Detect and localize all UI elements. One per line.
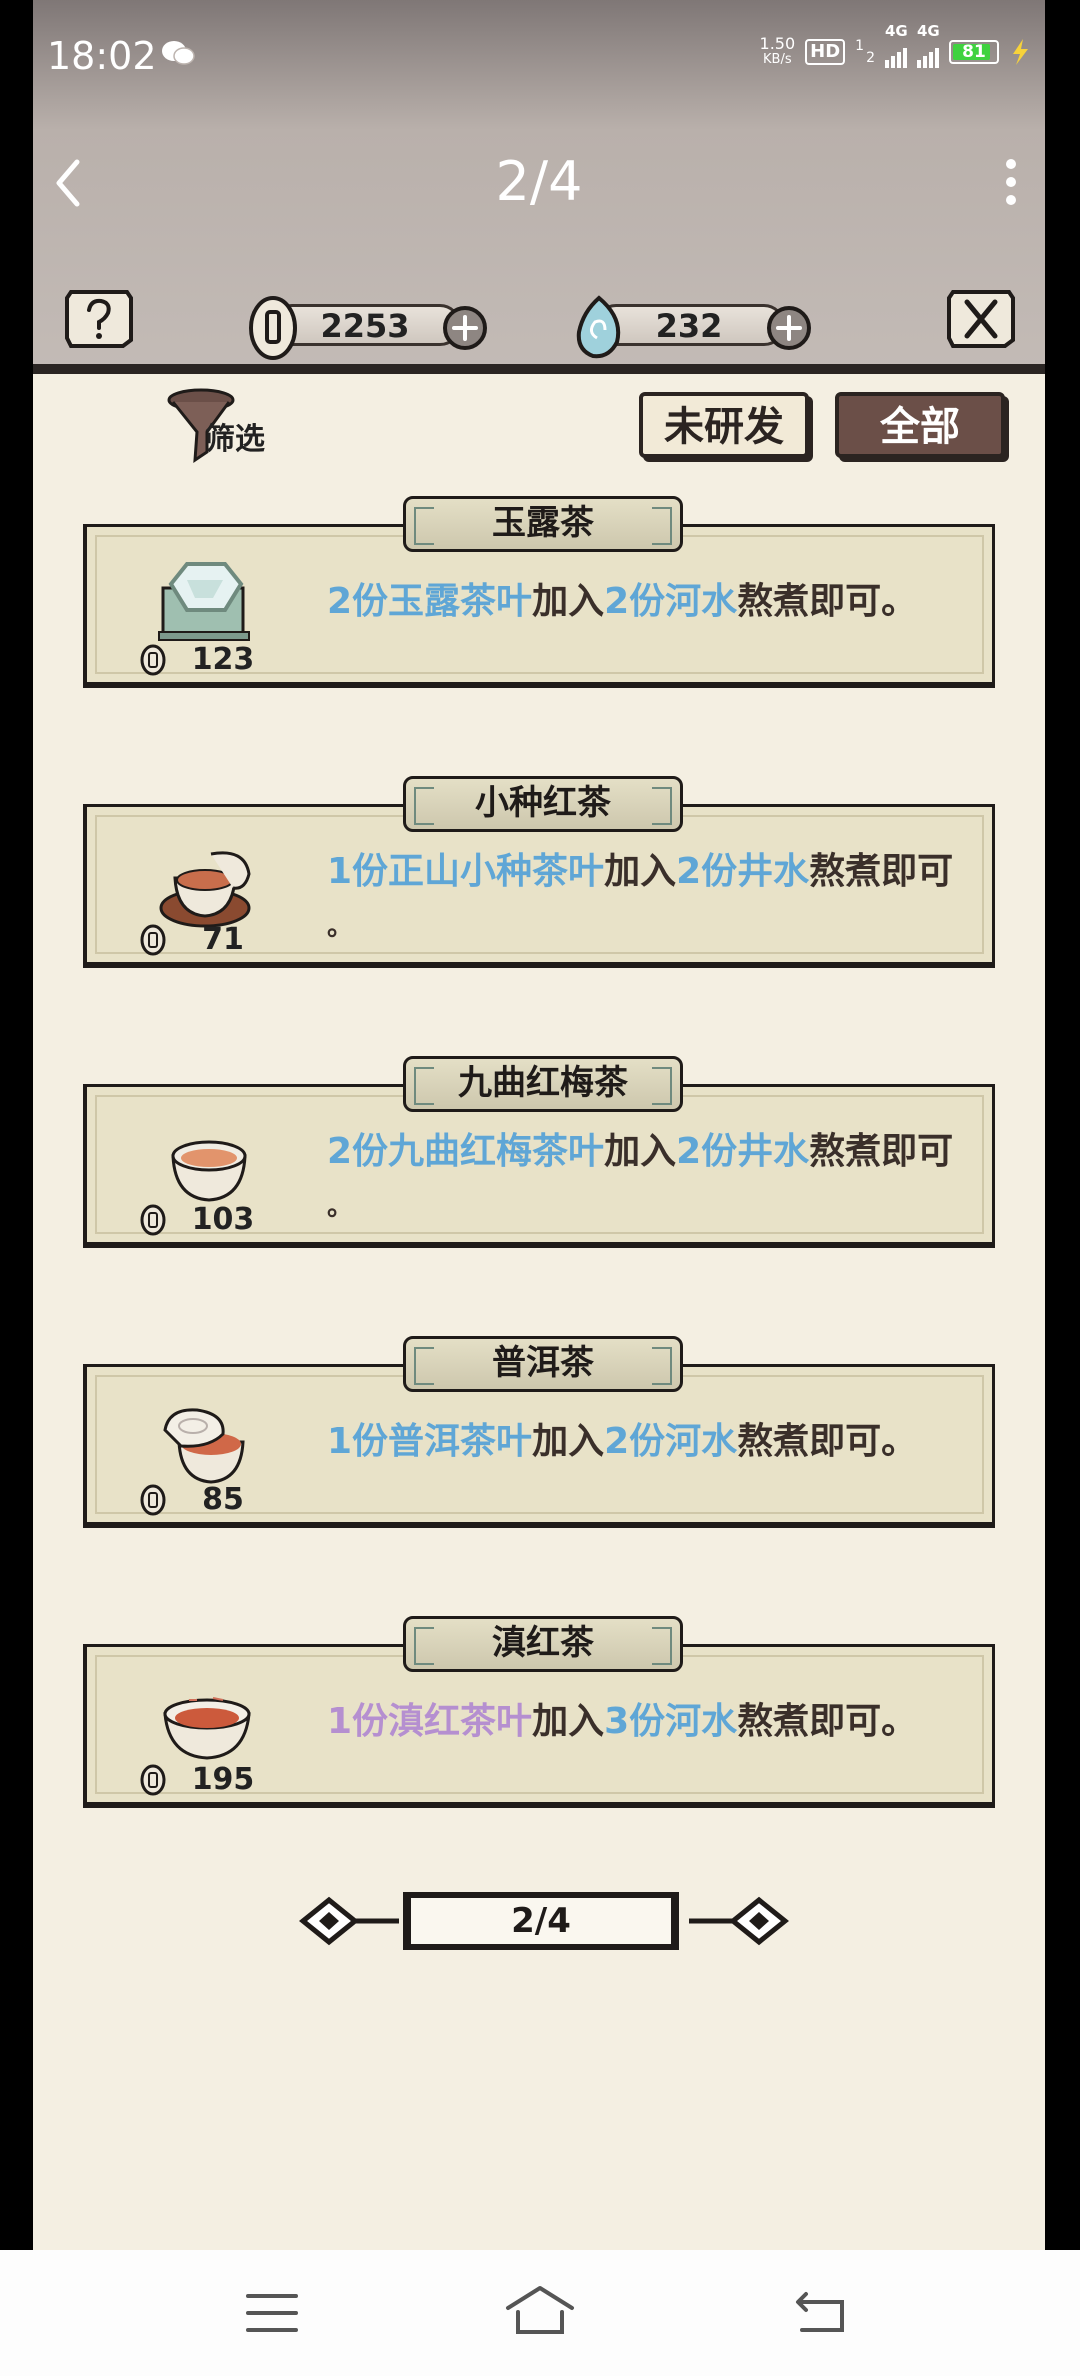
signal-bars-2-icon <box>917 44 939 68</box>
top-bar-border <box>33 364 1045 374</box>
full-stop: 。 <box>327 912 354 942</box>
price-coin-icon <box>140 644 166 676</box>
signal-1: 4G <box>885 22 908 68</box>
price-coin-icon <box>140 924 166 956</box>
home-icon[interactable] <box>504 2282 576 2338</box>
recipe-description: 1份普洱茶叶加入2份河水熬煮即可。 <box>327 1416 967 1468</box>
coin-value: 2253 <box>320 307 410 345</box>
undeveloped-filter-button[interactable]: 未研发 <box>639 392 809 458</box>
ingredient-leaf: 1份普洱茶叶 <box>327 1421 533 1462</box>
status-indicators: 1.50 KB/s HD 1 2 4G 4G 81 <box>760 22 1031 68</box>
hd-badge: HD <box>805 39 846 65</box>
battery-icon: 81 <box>949 40 999 64</box>
next-page-icon[interactable] <box>683 1886 793 1956</box>
recipe-card[interactable]: 九曲红梅茶 103 2份九曲红梅茶叶加入2份井水熬煮即可。 <box>83 1056 995 1248</box>
instruction: 熬煮即可。 <box>737 1421 918 1462</box>
network-1-label: 4G <box>885 22 908 40</box>
recipe-card[interactable]: 小种红茶 71 1份正山小种茶叶加入2份井水熬煮即可。 <box>83 776 995 968</box>
recipe-card[interactable]: 滇红茶 195 1份滇红茶叶加入3份河水熬煮即可。 <box>83 1616 995 1808</box>
recipe-description: 1份滇红茶叶加入3份河水熬煮即可。 <box>327 1696 967 1748</box>
filter-label[interactable]: 筛选 <box>205 414 265 458</box>
sim-index: 1 <box>855 38 865 54</box>
recipe-price: 195 <box>191 1762 255 1797</box>
previous-page-icon[interactable] <box>295 1886 405 1956</box>
connector: 加入 <box>532 1701 605 1742</box>
game-screen: 18:02 1.50 KB/s HD 1 2 4G 4G 81 2/4 2253… <box>33 0 1045 2250</box>
network-2-label: 4G <box>917 22 940 40</box>
recipe-price: 123 <box>191 642 255 677</box>
signal-bars-1-icon <box>885 44 907 68</box>
network-speed: 1.50 KB/s <box>760 36 796 68</box>
price-coin-icon <box>140 1204 166 1236</box>
recipe-description: 1份正山小种茶叶加入2份井水熬煮即可。 <box>327 846 967 953</box>
status-time: 18:02 <box>47 34 157 78</box>
ingredient-water: 2份井水 <box>676 1131 810 1172</box>
ingredient-leaf: 2份九曲红梅茶叶 <box>327 1131 605 1172</box>
instruction: 熬煮即可 <box>809 851 954 892</box>
ingredient-leaf: 1份正山小种茶叶 <box>327 851 605 892</box>
charging-icon <box>1013 39 1028 65</box>
wechat-icon <box>162 41 195 65</box>
more-options-icon[interactable] <box>1005 158 1017 206</box>
page-title: 2/4 <box>495 150 583 213</box>
add-gems-icon[interactable] <box>765 304 813 352</box>
ingredient-leaf: 1份滇红茶叶 <box>327 1701 533 1742</box>
system-nav-bar <box>0 2250 1080 2376</box>
connector: 加入 <box>604 1131 677 1172</box>
recent-apps-icon[interactable] <box>244 2290 300 2336</box>
gem-counter: 232 <box>569 294 829 360</box>
coin-counter: 2253 <box>245 294 505 360</box>
recipe-card[interactable]: 玉露茶 123 2份玉露茶叶加入2份河水熬煮即可。 <box>83 496 995 688</box>
help-icon[interactable] <box>61 286 137 352</box>
back-icon[interactable] <box>794 2286 850 2336</box>
instruction: 熬煮即可。 <box>737 581 918 622</box>
ingredient-water: 3份河水 <box>604 1701 738 1742</box>
recipe-name: 九曲红梅茶 <box>403 1056 683 1112</box>
recipe-price: 71 <box>202 922 244 957</box>
recipe-description: 2份玉露茶叶加入2份河水熬煮即可。 <box>327 576 967 628</box>
close-icon[interactable] <box>943 286 1019 352</box>
battery-level: 81 <box>962 42 986 62</box>
ingredient-water: 2份河水 <box>604 1421 738 1462</box>
ingredient-water: 2份河水 <box>604 581 738 622</box>
ingredient-leaf: 2份玉露茶叶 <box>327 581 533 622</box>
all-filter-button[interactable]: 全部 <box>835 392 1005 458</box>
instruction: 熬煮即可。 <box>737 1701 918 1742</box>
connector: 加入 <box>532 1421 605 1462</box>
full-stop: 。 <box>327 1192 354 1222</box>
recipe-name: 普洱茶 <box>403 1336 683 1392</box>
connector: 加入 <box>532 581 605 622</box>
recipe-price: 85 <box>202 1482 244 1517</box>
signal-2: 4G <box>917 22 940 68</box>
speed-value: 1.50 <box>759 34 796 53</box>
recipe-name: 滇红茶 <box>403 1616 683 1672</box>
page-indicator: 2/4 <box>403 1892 679 1950</box>
ingredient-water: 2份井水 <box>676 851 810 892</box>
price-coin-icon <box>140 1484 166 1516</box>
price-coin-icon <box>140 1764 166 1796</box>
recipe-description: 2份九曲红梅茶叶加入2份井水熬煮即可。 <box>327 1126 967 1233</box>
recipe-price: 103 <box>191 1202 255 1237</box>
sim-index-2: 2 <box>866 50 875 66</box>
instruction: 熬煮即可 <box>809 1131 954 1172</box>
connector: 加入 <box>604 851 677 892</box>
speed-unit: KB/s <box>763 52 792 67</box>
recipe-name: 小种红茶 <box>403 776 683 832</box>
add-coins-icon[interactable] <box>441 304 489 352</box>
gem-value: 232 <box>655 307 723 345</box>
recipe-card[interactable]: 普洱茶 85 1份普洱茶叶加入2份河水熬煮即可。 <box>83 1336 995 1528</box>
top-bar: 18:02 1.50 KB/s HD 1 2 4G 4G 81 2/4 2253… <box>33 0 1045 374</box>
recipe-name: 玉露茶 <box>403 496 683 552</box>
